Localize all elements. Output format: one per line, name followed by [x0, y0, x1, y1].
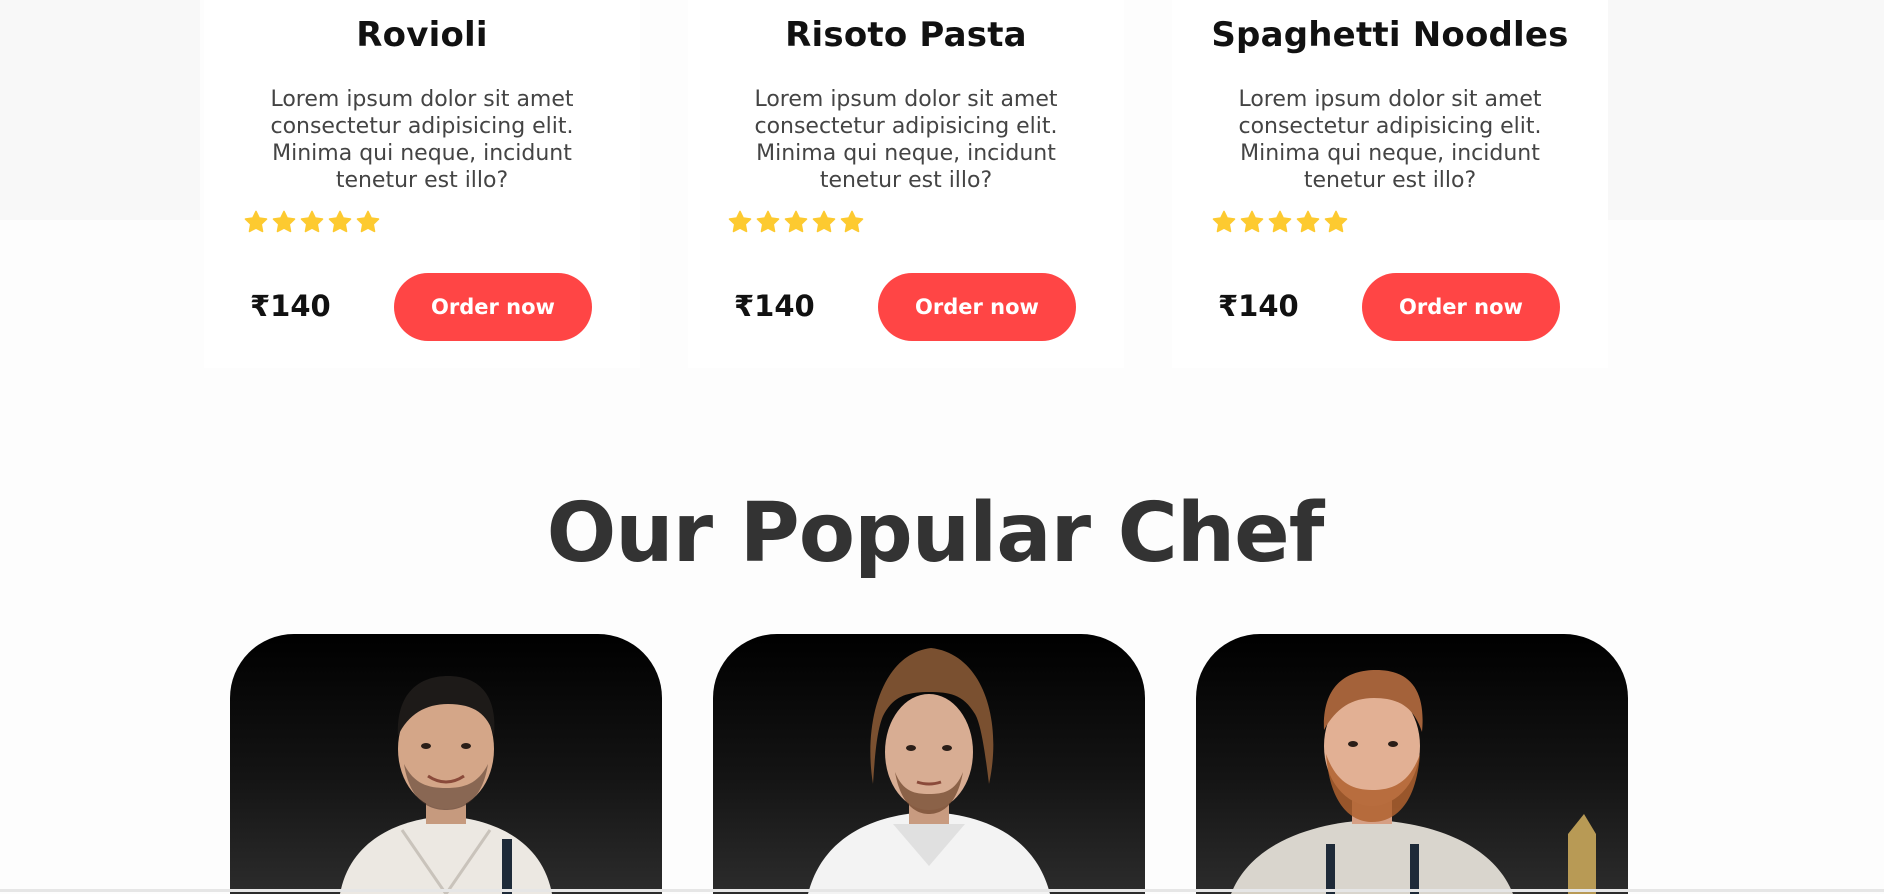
order-now-button[interactable]: Order now [1362, 273, 1560, 341]
section-title: Our Popular Chef [546, 486, 1325, 581]
dish-name: Rovioli [356, 15, 488, 55]
dish-name: Risoto Pasta [785, 15, 1027, 55]
star-icon [728, 210, 752, 233]
star-icon [1268, 210, 1292, 233]
star-icon [812, 210, 836, 233]
dish-card: Spaghetti Noodles Lorem ipsum dolor sit … [1172, 0, 1608, 368]
star-icon [244, 210, 268, 233]
star-icon [328, 210, 352, 233]
dish-description: Lorem ipsum dolor sit amet consectetur a… [1238, 87, 1542, 193]
star-icon [1240, 210, 1264, 233]
chef-card [230, 634, 662, 894]
order-now-button[interactable]: Order now [878, 273, 1076, 341]
star-icon [784, 210, 808, 233]
star-icon [1296, 210, 1320, 233]
star-icon [356, 210, 380, 233]
dish-description: Lorem ipsum dolor sit amet consectetur a… [270, 87, 574, 193]
star-icon [300, 210, 324, 233]
star-icon [1212, 210, 1236, 233]
dish-description: Lorem ipsum dolor sit amet consectetur a… [754, 87, 1058, 193]
order-now-button[interactable]: Order now [394, 273, 592, 341]
chef-photo [808, 648, 1050, 894]
chef-photo [1231, 670, 1596, 894]
star-icon [756, 210, 780, 233]
dish-card: Risoto Pasta Lorem ipsum dolor sit amet … [688, 0, 1124, 368]
rating-stars [244, 210, 380, 234]
chef-card [713, 634, 1145, 894]
chef-photo [340, 676, 552, 894]
dish-cards: Rovioli Lorem ipsum dolor sit amet conse… [0, 0, 1884, 368]
rating-stars [728, 210, 864, 234]
dish-name: Spaghetti Noodles [1211, 15, 1569, 55]
star-icon [840, 210, 864, 233]
dish-price: ₹140 [1218, 289, 1299, 323]
star-icon [1324, 210, 1348, 233]
rating-stars [1212, 210, 1348, 234]
dish-price: ₹140 [250, 289, 331, 323]
dish-card: Rovioli Lorem ipsum dolor sit amet conse… [204, 0, 640, 368]
star-icon [272, 210, 296, 233]
chef-card [1196, 634, 1628, 894]
dish-price: ₹140 [734, 289, 815, 323]
